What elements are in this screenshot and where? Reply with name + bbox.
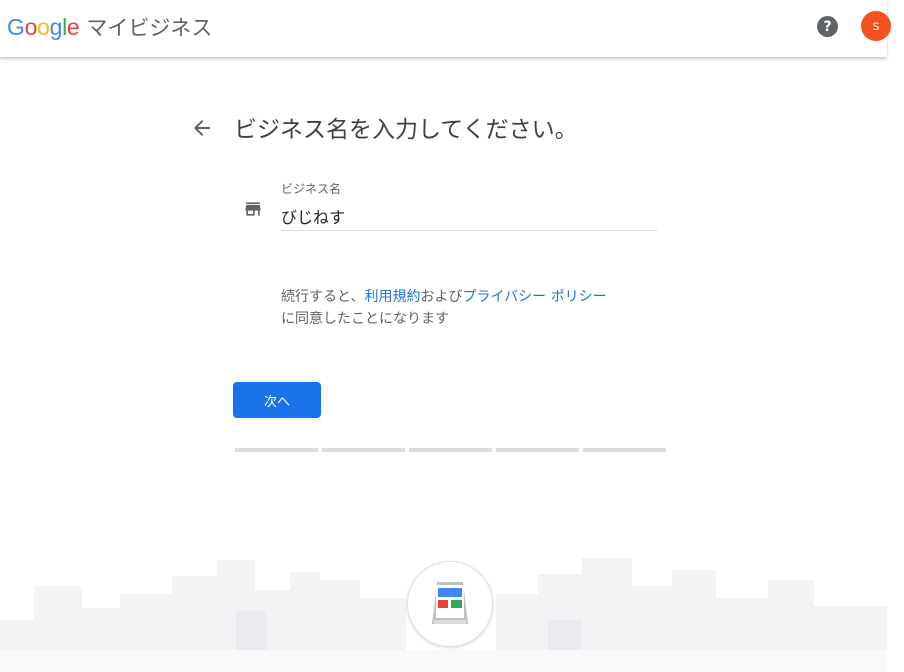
- store-icon: [243, 199, 263, 219]
- terms-suffix: に同意したことになります: [281, 311, 449, 327]
- product-name: マイビジネス: [86, 16, 213, 40]
- progress-step: [409, 448, 492, 452]
- logo-letter: o: [37, 13, 50, 40]
- storefront-sign-icon: [407, 561, 493, 647]
- avatar-letter: s: [872, 18, 880, 34]
- next-button[interactable]: 次へ: [233, 382, 321, 418]
- progress-step: [235, 448, 318, 452]
- terms-middle: および: [420, 289, 463, 305]
- google-logo: Google: [7, 13, 80, 41]
- progress-step: [322, 448, 405, 452]
- arrow-back-icon[interactable]: [190, 116, 214, 140]
- avatar[interactable]: s: [861, 11, 891, 41]
- google-my-business-logo[interactable]: Google マイビジネス: [7, 12, 212, 42]
- progress-step: [496, 448, 579, 452]
- top-app-bar: Google マイビジネス ? s: [0, 0, 891, 57]
- logo-letter: G: [7, 13, 25, 40]
- privacy-policy-link[interactable]: プライバシー ポリシー: [462, 289, 606, 305]
- business-name-input[interactable]: [281, 202, 657, 231]
- business-name-label: ビジネス名: [281, 182, 342, 196]
- terms-notice: 続行すると、利用規約およびプライバシー ポリシー に同意したことになります: [281, 286, 607, 330]
- logo-letter: g: [49, 13, 63, 40]
- page-heading: ビジネス名を入力してください。: [234, 117, 578, 143]
- logo-letter: o: [24, 13, 38, 40]
- progress-indicator: [235, 448, 666, 452]
- terms-of-service-link[interactable]: 利用規約: [364, 289, 420, 305]
- help-icon[interactable]: ?: [817, 16, 838, 37]
- progress-step: [583, 448, 666, 452]
- logo-letter: e: [66, 13, 80, 40]
- terms-prefix: 続行すると、: [281, 289, 365, 305]
